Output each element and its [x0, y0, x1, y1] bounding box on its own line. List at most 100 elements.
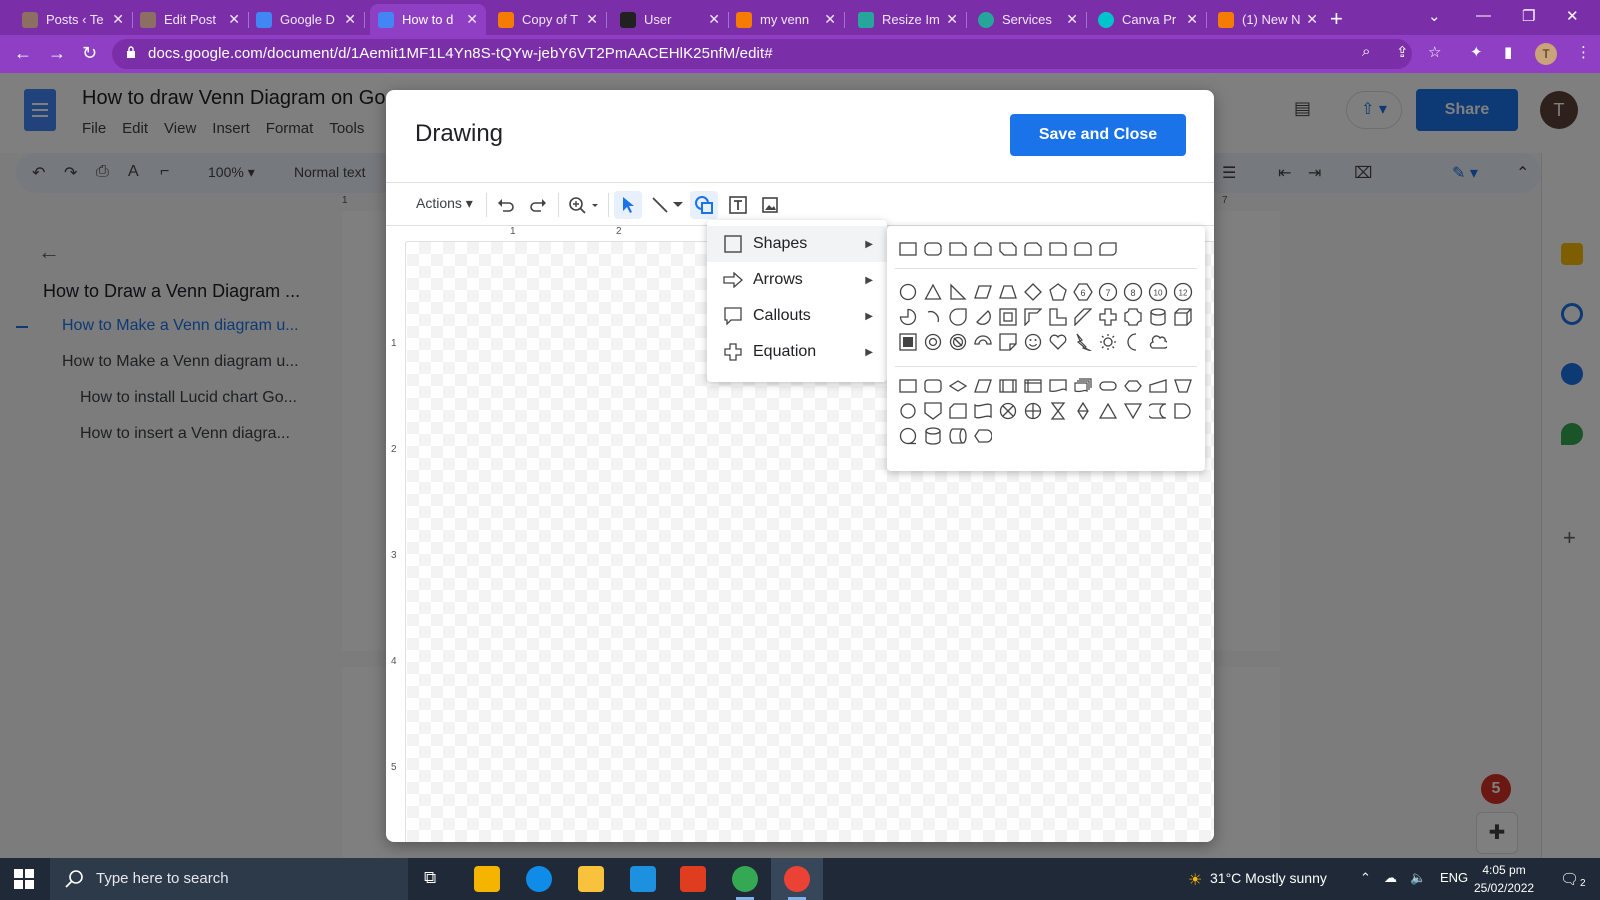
new-tab-button[interactable]: +: [1330, 6, 1343, 32]
close-tab-icon[interactable]: ✕: [1186, 11, 1198, 28]
snip-same-side-rectangle-shape-icon[interactable]: [972, 238, 994, 260]
flowchart-connector-shape-icon[interactable]: [897, 400, 919, 422]
flowchart-document-shape-icon[interactable]: [1047, 375, 1069, 397]
flowchart-multidocument-shape-icon[interactable]: [1072, 375, 1094, 397]
select-pointer-icon[interactable]: [614, 191, 642, 219]
round-single-corner-rectangle-shape-icon[interactable]: [1047, 238, 1069, 260]
rectangle-shape-icon[interactable]: [897, 238, 919, 260]
close-tab-icon[interactable]: ✕: [946, 11, 958, 28]
task-view-icon[interactable]: ⧉: [424, 868, 436, 888]
line-dropdown-icon[interactable]: [670, 191, 686, 219]
octagon-shape-icon[interactable]: 8: [1122, 281, 1144, 303]
text-box-icon[interactable]: [724, 191, 752, 219]
flowchart-manual-input-shape-icon[interactable]: [1147, 375, 1169, 397]
l-shape-icon[interactable]: [1047, 306, 1069, 328]
flowchart-extract-shape-icon[interactable]: [1097, 400, 1119, 422]
flowchart-terminator-shape-icon[interactable]: [1097, 375, 1119, 397]
triangle-shape-icon[interactable]: [922, 281, 944, 303]
extensions-icon[interactable]: ✦: [1470, 43, 1483, 61]
redo-icon[interactable]: [524, 191, 552, 219]
mail-icon[interactable]: [630, 866, 656, 892]
round-diagonal-rectangle-shape-icon[interactable]: [1097, 238, 1119, 260]
close-tab-icon[interactable]: ✕: [708, 11, 720, 28]
flowchart-direct-access-storage-shape-icon[interactable]: [947, 425, 969, 447]
tray-overflow-icon[interactable]: ⌃: [1360, 870, 1371, 886]
forward-icon[interactable]: →: [48, 43, 66, 64]
flowchart-sort-shape-icon[interactable]: [1072, 400, 1094, 422]
browser-tab[interactable]: User ✕: [612, 4, 729, 35]
snip-diagonal-rectangle-shape-icon[interactable]: [997, 238, 1019, 260]
edge-browser-icon[interactable]: [526, 866, 552, 892]
reload-icon[interactable]: ↻: [82, 43, 97, 64]
browser-tab[interactable]: Canva Pr ✕: [1090, 4, 1207, 35]
plaque-shape-icon[interactable]: [1122, 306, 1144, 328]
cube-shape-icon[interactable]: [1172, 306, 1194, 328]
block-arc-shape-icon[interactable]: [972, 331, 994, 353]
file-explorer-icon[interactable]: [578, 866, 604, 892]
bevel-shape-icon[interactable]: [897, 331, 919, 353]
moon-shape-icon[interactable]: [1122, 331, 1144, 353]
flowchart-summing-junction-shape-icon[interactable]: [997, 400, 1019, 422]
flowchart-data-shape-icon[interactable]: [972, 375, 994, 397]
flowchart-sequential-access-storage-shape-icon[interactable]: [897, 425, 919, 447]
right-triangle-shape-icon[interactable]: [947, 281, 969, 303]
flowchart-punched-tape-shape-icon[interactable]: [972, 400, 994, 422]
close-tab-icon[interactable]: ✕: [1066, 11, 1078, 28]
browser-tab-active[interactable]: How to d ✕: [370, 4, 486, 35]
folded-corner-shape-icon[interactable]: [997, 331, 1019, 353]
frame-shape-icon[interactable]: [997, 306, 1019, 328]
actions-menu-button[interactable]: Actions ▾: [416, 195, 473, 212]
dodecagon-shape-icon[interactable]: 12: [1172, 281, 1194, 303]
flowchart-internal-storage-shape-icon[interactable]: [1022, 375, 1044, 397]
flowchart-magnetic-disk-shape-icon[interactable]: [922, 425, 944, 447]
weather-text[interactable]: 31°C Mostly sunny: [1210, 870, 1327, 886]
windows-start-icon[interactable]: [14, 869, 34, 889]
cloud-shape-icon[interactable]: [1147, 331, 1169, 353]
trapezoid-shape-icon[interactable]: [997, 281, 1019, 303]
browser-tab[interactable]: Google D ✕: [248, 4, 365, 35]
save-and-close-button[interactable]: Save and Close: [1010, 114, 1186, 156]
arc-shape-icon[interactable]: [922, 306, 944, 328]
close-tab-icon[interactable]: ✕: [466, 11, 478, 28]
profile-avatar[interactable]: T: [1535, 43, 1557, 65]
restore-icon[interactable]: ❐: [1522, 7, 1535, 25]
close-tab-icon[interactable]: ✕: [344, 11, 356, 28]
teardrop-shape-icon[interactable]: [947, 306, 969, 328]
flowchart-predefined-process-shape-icon[interactable]: [997, 375, 1019, 397]
close-tab-icon[interactable]: ✕: [228, 11, 240, 28]
language-indicator[interactable]: ENG: [1440, 870, 1468, 885]
flowchart-offpage-connector-shape-icon[interactable]: [922, 400, 944, 422]
flowchart-display-shape-icon[interactable]: [972, 425, 994, 447]
zoom-dropdown-icon[interactable]: [564, 191, 604, 219]
image-icon[interactable]: [756, 191, 784, 219]
microsoft-store-icon[interactable]: [474, 866, 500, 892]
shape-tool-icon[interactable]: [690, 191, 718, 219]
cross-shape-icon[interactable]: [1097, 306, 1119, 328]
sun-shape-icon[interactable]: [1097, 331, 1119, 353]
menu-item-callouts[interactable]: Callouts ▶: [707, 298, 887, 334]
browser-tab[interactable]: Services ✕: [970, 4, 1087, 35]
back-icon[interactable]: ←: [14, 43, 32, 64]
donut-shape-icon[interactable]: [922, 331, 944, 353]
more-menu-icon[interactable]: ⋮: [1576, 43, 1591, 61]
flowchart-collate-shape-icon[interactable]: [1047, 400, 1069, 422]
undo-icon[interactable]: [492, 191, 520, 219]
volume-icon[interactable]: 🔈: [1410, 870, 1426, 886]
flowchart-card-shape-icon[interactable]: [947, 400, 969, 422]
taskbar-search-box[interactable]: Type here to search: [50, 858, 408, 900]
decagon-shape-icon[interactable]: 10: [1147, 281, 1169, 303]
share-page-icon[interactable]: ⇪: [1396, 43, 1409, 61]
zoom-icon[interactable]: ⌕: [1362, 43, 1370, 60]
side-panel-icon[interactable]: ▮: [1504, 43, 1512, 61]
snip-corner-rectangle-shape-icon[interactable]: [947, 238, 969, 260]
pie-shape-icon[interactable]: [897, 306, 919, 328]
lightning-bolt-shape-icon[interactable]: [1072, 331, 1094, 353]
flowchart-process-shape-icon[interactable]: [897, 375, 919, 397]
menu-item-equation[interactable]: Equation ▶: [707, 334, 887, 370]
smiley-face-shape-icon[interactable]: [1022, 331, 1044, 353]
browser-tab[interactable]: Edit Post ✕: [132, 4, 249, 35]
tab-search-chevron-icon[interactable]: ⌄: [1428, 7, 1441, 25]
address-bar[interactable]: docs.google.com/document/d/1Aemit1MF1L4Y…: [112, 39, 1412, 69]
weather-icon[interactable]: ☀: [1188, 870, 1202, 890]
menu-item-arrows[interactable]: Arrows ▶: [707, 262, 887, 298]
